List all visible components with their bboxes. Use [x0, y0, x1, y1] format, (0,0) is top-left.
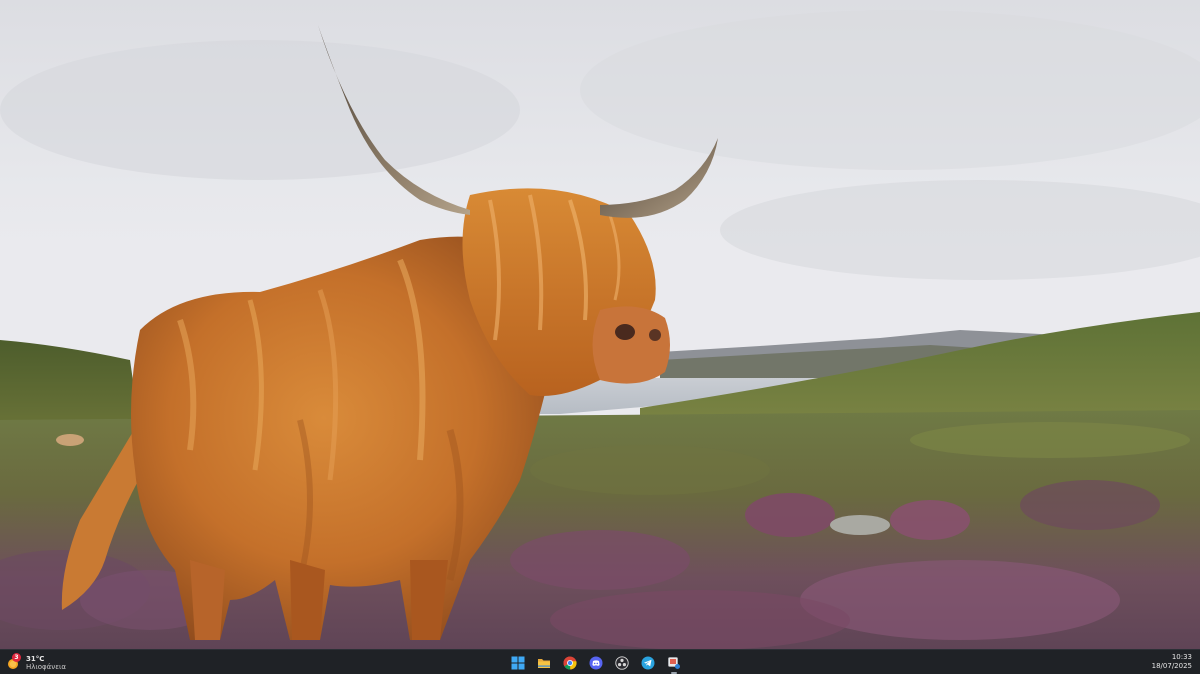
- weather-temperature: 31°C: [26, 654, 45, 663]
- snipping-tool-icon: [668, 656, 680, 669]
- system-tray-clock[interactable]: 10:33 18/07/2025: [1152, 653, 1192, 671]
- sun-icon: 3: [6, 652, 22, 671]
- weather-description: Ηλιοφάνεια: [26, 662, 66, 671]
- wallpaper-highland-cow: [0, 0, 1200, 650]
- folder-icon: [538, 658, 550, 668]
- file-explorer-button[interactable]: [534, 653, 554, 673]
- start-button[interactable]: [508, 653, 528, 673]
- taskbar-app-list: [508, 652, 684, 674]
- weather-alert-badge: 3: [12, 652, 21, 662]
- weather-widget[interactable]: 3 31°C Ηλιοφάνεια: [6, 652, 66, 673]
- obs-button[interactable]: [612, 653, 632, 673]
- windows-logo-icon: [511, 656, 525, 669]
- telegram-icon: [641, 656, 655, 669]
- chrome-icon: [563, 656, 577, 670]
- discord-button[interactable]: [586, 653, 606, 673]
- chrome-button[interactable]: [560, 653, 580, 673]
- clock-time: 10:33: [1171, 653, 1192, 661]
- taskbar: 3 31°C Ηλιοφάνεια 10:33 18/07/2025: [0, 649, 1200, 674]
- snipping-tool-button[interactable]: [664, 653, 684, 674]
- clock-date: 18/07/2025: [1151, 662, 1192, 670]
- desktop: 3 31°C Ηλιοφάνεια 10:33 18/07/2025: [0, 0, 1200, 674]
- obs-icon: [615, 655, 629, 670]
- discord-icon: [589, 656, 603, 669]
- telegram-button[interactable]: [638, 653, 658, 673]
